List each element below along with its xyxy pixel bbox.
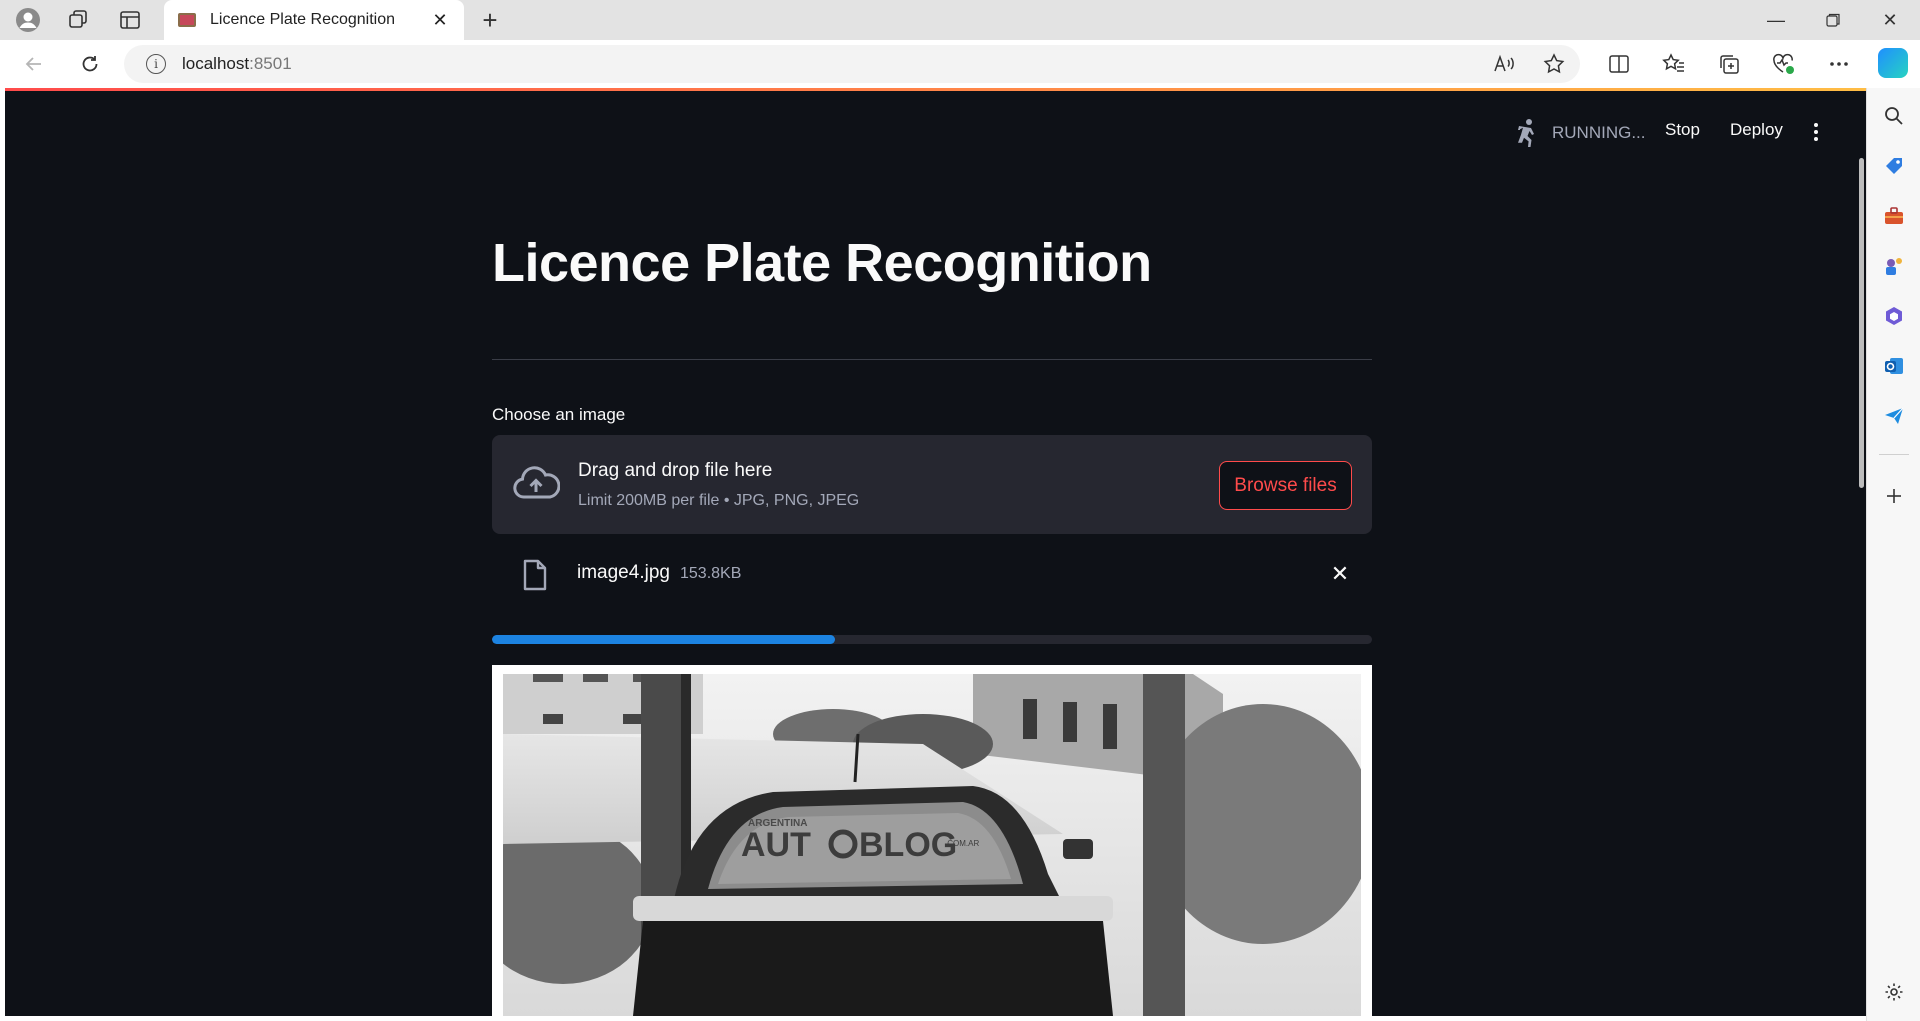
browser-tab-strip: Licence Plate Recognition ✕ + — ✕: [0, 0, 1920, 40]
favorite-star-icon[interactable]: [1540, 50, 1568, 78]
close-window-icon[interactable]: ✕: [1862, 0, 1918, 40]
more-options-icon[interactable]: [1823, 48, 1855, 80]
active-tab[interactable]: Licence Plate Recognition ✕: [164, 0, 464, 40]
tab-title: Licence Plate Recognition: [210, 11, 396, 28]
cloud-upload-icon: [513, 466, 560, 499]
site-info-icon[interactable]: i: [146, 54, 166, 74]
minimize-icon[interactable]: —: [1748, 0, 1804, 40]
dropzone-title: Drag and drop file here: [578, 460, 773, 481]
progress-fill: [492, 635, 836, 644]
watermark-domain: .COM.AR: [945, 839, 979, 848]
remove-file-icon[interactable]: ✕: [1330, 561, 1350, 586]
browser-essentials-icon[interactable]: [1768, 48, 1800, 80]
url-text: localhost:8501: [182, 54, 292, 73]
back-icon[interactable]: [18, 48, 50, 80]
split-screen-icon[interactable]: [1603, 48, 1635, 80]
add-sidebar-app-icon[interactable]: [1880, 482, 1908, 510]
address-bar[interactable]: i localhost:8501: [124, 45, 1580, 83]
edge-sidebar: [1859, 88, 1920, 1021]
running-man-icon: [1512, 118, 1542, 148]
workspaces-icon[interactable]: [62, 4, 94, 36]
app-menu-icon[interactable]: [1806, 120, 1826, 144]
vertical-tabs-icon[interactable]: [114, 4, 146, 36]
watermark-brand-a: AUT: [741, 826, 811, 864]
uploaded-image: ARGENTINA AUT BLOG .COM.AR: [492, 665, 1372, 1016]
run-status: RUNNING...: [1512, 118, 1646, 148]
status-text: RUNNING...: [1552, 123, 1646, 142]
title-divider: [492, 359, 1372, 360]
games-icon[interactable]: [1880, 252, 1908, 280]
progress-bar: [492, 635, 1372, 644]
tools-icon[interactable]: [1880, 202, 1908, 230]
uploader-label: Choose an image: [492, 405, 626, 424]
restore-icon[interactable]: [1805, 0, 1861, 40]
copilot-icon[interactable]: [1878, 48, 1908, 78]
sidebar-divider: [1879, 454, 1909, 455]
file-icon: [523, 559, 547, 591]
tab-favicon-icon: [178, 13, 196, 27]
shopping-tag-icon[interactable]: [1880, 152, 1908, 180]
deploy-button[interactable]: Deploy: [1730, 120, 1783, 140]
dropzone-limit-text: Limit 200MB per file • JPG, PNG, JPEG: [578, 492, 860, 509]
outlook-icon[interactable]: [1880, 352, 1908, 380]
profile-icon[interactable]: [12, 4, 44, 36]
read-aloud-icon[interactable]: [1490, 50, 1518, 78]
watermark-brand-b: BLOG: [859, 826, 957, 864]
file-size: 153.8KB: [680, 565, 742, 582]
tab-close-icon[interactable]: ✕: [428, 8, 452, 32]
app-decoration-line: [5, 88, 1866, 91]
favorites-icon[interactable]: [1658, 48, 1690, 80]
stop-button[interactable]: Stop: [1665, 120, 1700, 140]
car-photo: ARGENTINA AUT BLOG .COM.AR: [503, 674, 1361, 1016]
microsoft-365-icon[interactable]: [1880, 302, 1908, 330]
browse-files-button[interactable]: Browse files: [1219, 461, 1352, 510]
new-tab-icon[interactable]: +: [474, 4, 506, 36]
file-name: image4.jpg: [577, 562, 670, 583]
sidebar-settings-icon[interactable]: [1880, 978, 1908, 1006]
browser-toolbar: i localhost:8501: [0, 40, 1920, 88]
page-scrollbar[interactable]: [1859, 158, 1864, 488]
search-icon[interactable]: [1880, 102, 1908, 130]
refresh-icon[interactable]: [74, 48, 106, 80]
page-title: Licence Plate Recognition: [492, 233, 1152, 293]
send-icon[interactable]: [1880, 402, 1908, 430]
collections-icon[interactable]: [1713, 48, 1745, 80]
